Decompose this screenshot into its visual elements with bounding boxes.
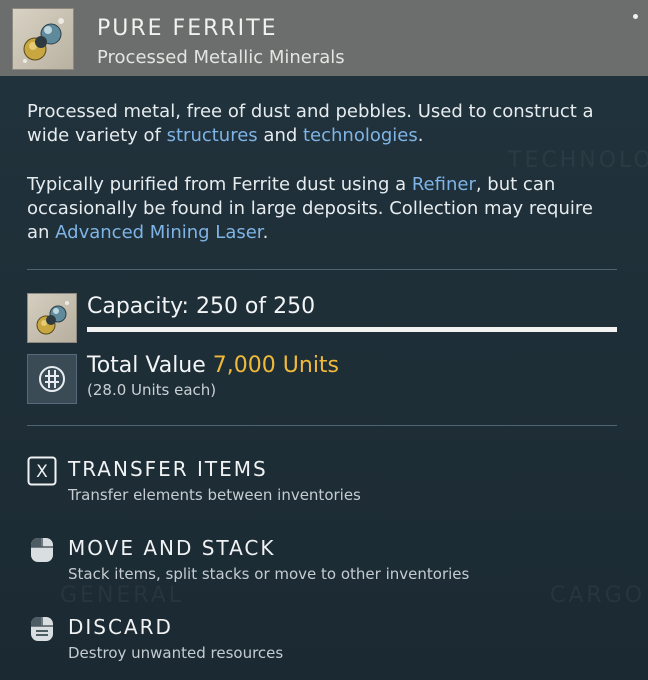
- mouse-hold-icon: [27, 613, 57, 643]
- action-description: Stack items, split stacks or move to oth…: [68, 565, 470, 583]
- total-value-amount: 7,000 Units: [212, 353, 340, 378]
- link-advanced-mining-laser[interactable]: Advanced Mining Laser: [55, 222, 262, 243]
- svg-text:X: X: [36, 462, 48, 482]
- item-description-1: Processed metal, free of dust and pebble…: [27, 101, 594, 146]
- unit-value-each: (28.0 Units each): [87, 381, 217, 399]
- item-details-panel: TECHNOLO GENERAL CARGO PURE FERRITE Proc…: [0, 0, 648, 680]
- item-description-2: Typically purified from Ferrite dust usi…: [27, 174, 593, 243]
- link-refiner[interactable]: Refiner: [412, 174, 476, 195]
- capacity-bar: [87, 327, 617, 332]
- link-structures[interactable]: structures: [167, 125, 258, 146]
- item-header: PURE FERRITE Processed Metallic Minerals: [0, 0, 648, 76]
- action-title: DISCARD: [68, 615, 173, 639]
- total-value-label: Total Value: [87, 353, 206, 378]
- ferrite-sphere-icon: [12, 8, 74, 70]
- x-key-icon: X: [27, 456, 57, 486]
- action-title: MOVE AND STACK: [68, 536, 276, 560]
- divider-bottom: [27, 425, 617, 426]
- capacity-label: Capacity: 250 of 250: [87, 294, 316, 319]
- units-currency-icon: [27, 354, 77, 404]
- action-description: Destroy unwanted resources: [68, 644, 284, 662]
- action-description: Transfer elements between inventories: [68, 486, 361, 504]
- action-title: TRANSFER ITEMS: [68, 457, 268, 481]
- item-title: PURE FERRITE: [97, 16, 278, 41]
- indicator-dot: [633, 14, 638, 19]
- mouse-left-button-icon: [27, 534, 57, 564]
- item-subtitle: Processed Metallic Minerals: [97, 47, 345, 68]
- divider-top: [27, 269, 617, 270]
- total-value: Total Value 7,000 Units: [87, 353, 339, 378]
- watermark-technology: TECHNOLO: [508, 148, 648, 173]
- link-technologies[interactable]: technologies: [303, 125, 418, 146]
- capacity-bar-fill: [87, 327, 617, 332]
- watermark-general: GENERAL: [60, 583, 185, 608]
- ferrite-sphere-icon-small: [27, 293, 77, 343]
- watermark-cargo: CARGO: [550, 583, 646, 608]
